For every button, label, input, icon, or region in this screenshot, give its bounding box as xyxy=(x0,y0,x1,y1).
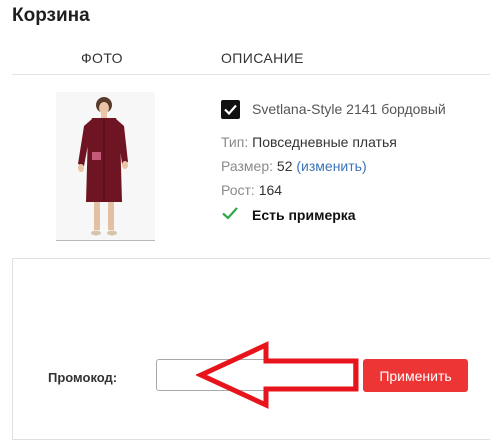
type-label: Тип: xyxy=(221,134,249,150)
dress-model-image xyxy=(78,97,128,236)
type-value: Повседневные платья xyxy=(252,134,397,150)
height-label: Рост: xyxy=(221,182,255,198)
product-size: Размер: 52 (изменить) xyxy=(221,158,367,174)
column-header-description: ОПИСАНИЕ xyxy=(221,50,304,66)
product-height: Рост: 164 xyxy=(221,182,282,198)
size-value: 52 xyxy=(276,158,293,174)
checkmark-icon xyxy=(224,104,237,115)
photo-baseline xyxy=(56,240,155,241)
header-divider xyxy=(12,74,490,75)
page-title: Корзина xyxy=(12,5,90,26)
fitting-available-label: Есть примерка xyxy=(252,207,356,223)
product-select-checkbox[interactable] xyxy=(221,100,240,119)
product-type: Тип: Повседневные платья xyxy=(221,134,397,150)
change-size-link[interactable]: (изменить) xyxy=(296,158,366,174)
promo-section xyxy=(12,258,490,440)
height-value: 164 xyxy=(258,182,283,198)
size-label: Размер: xyxy=(221,158,274,174)
promo-code-label: Промокод: xyxy=(48,370,118,385)
promo-code-input[interactable] xyxy=(156,359,354,391)
column-header-photo: ФОТО xyxy=(81,50,123,66)
apply-promo-button[interactable]: Применить xyxy=(363,359,468,392)
green-check-icon xyxy=(222,207,238,220)
product-photo[interactable] xyxy=(56,92,155,241)
product-name[interactable]: Svetlana-Style 2141 бордовый xyxy=(252,101,446,117)
